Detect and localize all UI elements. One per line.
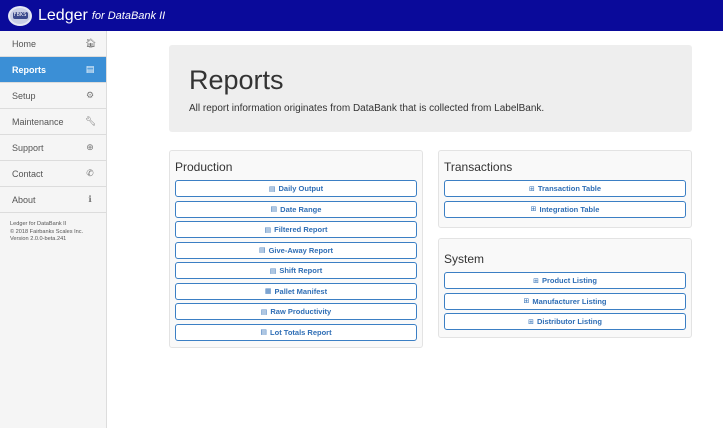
brand-title[interactable]: Ledger [38, 7, 88, 25]
system-panel: System ⊞ Product Listing ⊞ Manufacturer Lis… [438, 238, 692, 338]
sidebar-item-reports[interactable]: Reports ▤ [0, 57, 106, 83]
button-label: Pallet Manifest [274, 286, 328, 296]
table-icon: ▦ [264, 287, 272, 295]
product-listing-button[interactable]: ⊞ Product Listing [444, 272, 686, 289]
table-icon: ⊞ [528, 184, 535, 193]
sidebar-item-contact[interactable]: Contact ✆ [0, 161, 106, 187]
gear-icon: ⚙ [85, 90, 95, 101]
table-icon: ▤ [260, 307, 268, 316]
brand-subtitle: for DataBank II [91, 9, 166, 22]
version-info: Ledger for DataBank II © 2018 Fairbanks … [0, 213, 106, 252]
wrench-icon: 🔧︎ [85, 116, 97, 127]
sidebar-item-label: Reports [12, 64, 47, 75]
button-label: Give-Away Report [268, 245, 334, 255]
raw-productivity-button[interactable]: ▤ Raw Productivity [175, 303, 417, 320]
distributor-listing-button[interactable]: ⊞ Distributor Listing [444, 313, 686, 330]
button-label: Daily Output [278, 184, 324, 193]
button-label: Lot Totals Report [270, 327, 332, 337]
phone-icon: ✆ [86, 168, 94, 179]
lot-totals-report-button[interactable]: ▤ Lot Totals Report [175, 323, 417, 341]
table-icon: ▤ [270, 205, 278, 213]
button-label: Integration Table [539, 204, 600, 214]
sidebar-nav: Home 🏠︎ Reports ▤ Setup ⚙ Maintenance 🔧︎ Support… [0, 31, 106, 213]
sidebar-item-label: Maintenance [12, 116, 64, 127]
sidebar-item-maintenance[interactable]: Maintenance 🔧︎ [0, 109, 106, 135]
page-header: Reports All report information originate… [169, 45, 692, 132]
lifebuoy-icon: ⊕ [86, 142, 94, 153]
production-panel: Production ▤ Daily Output ▤ Date Range ▤ Filt… [169, 150, 423, 348]
page-description: All report information originates from D… [189, 103, 545, 114]
version-number: Version 2.0.0-beta.241 [10, 236, 67, 242]
sidebar-item-home[interactable]: Home 🏠︎ [0, 31, 106, 57]
table-icon: ⊞ [523, 297, 530, 305]
button-label: Manufacturer Listing [532, 296, 607, 306]
button-label: Raw Productivity [270, 307, 332, 316]
table-icon: ⊞ [528, 317, 534, 326]
pallet-manifest-button[interactable]: ▦ Pallet Manifest [175, 282, 417, 300]
transactions-panel: Transactions ⊞ Transaction Table ⊞ Integrat… [438, 150, 692, 228]
sidebar-item-label: Home [12, 38, 37, 49]
sidebar-item-label: Support [12, 142, 44, 153]
top-navbar: FBKS Ledger for DataBank II [0, 0, 723, 31]
system-buttons: ⊞ Product Listing ⊞ Manufacturer Listing ⊞ Di… [444, 272, 686, 330]
transaction-table-button[interactable]: ⊞ Transaction Table [444, 180, 686, 197]
button-label: Date Range [280, 204, 322, 214]
logo-text: FBKS [12, 12, 28, 19]
sidebar-item-label: Setup [12, 90, 36, 101]
transactions-buttons: ⊞ Transaction Table ⊞ Integration Table [444, 180, 686, 218]
shift-report-button[interactable]: ▤ Shift Report [175, 262, 417, 279]
version-app-name: Ledger for DataBank II [10, 221, 67, 227]
table-icon: ▤ [264, 225, 272, 234]
button-label: Filtered Report [274, 225, 328, 234]
system-panel-title: System [444, 252, 485, 266]
date-range-button[interactable]: ▤ Date Range [175, 200, 417, 218]
sidebar-item-label: Contact [12, 168, 44, 179]
table-icon: ▤ [258, 246, 266, 254]
table-icon: ▤ [260, 328, 268, 336]
manufacturer-listing-button[interactable]: ⊞ Manufacturer Listing [444, 292, 686, 310]
button-label: Transaction Table [537, 184, 602, 193]
production-buttons: ▤ Daily Output ▤ Date Range ▤ Filtered Report… [175, 180, 417, 341]
button-label: Shift Report [279, 266, 323, 275]
list-icon: ▤ [85, 64, 95, 75]
button-label: Product Listing [541, 276, 597, 285]
fairbanks-logo-icon[interactable]: FBKS [8, 5, 32, 26]
give-away-report-button[interactable]: ▤ Give-Away Report [175, 241, 417, 259]
integration-table-button[interactable]: ⊞ Integration Table [444, 200, 686, 218]
sidebar: Home 🏠︎ Reports ▤ Setup ⚙ Maintenance 🔧︎ Support… [0, 31, 107, 428]
home-icon: 🏠︎ [85, 38, 97, 49]
sidebar-item-setup[interactable]: Setup ⚙ [0, 83, 106, 109]
info-icon: ℹ [88, 194, 92, 205]
daily-output-button[interactable]: ▤ Daily Output [175, 180, 417, 197]
table-icon: ⊞ [533, 276, 539, 285]
table-icon: ▤ [268, 184, 276, 193]
production-panel-title: Production [175, 160, 233, 174]
page-title: Reports [189, 65, 284, 95]
sidebar-item-about[interactable]: About ℹ [0, 187, 106, 213]
transactions-panel-title: Transactions [444, 160, 513, 174]
sidebar-item-support[interactable]: Support ⊕ [0, 135, 106, 161]
button-label: Distributor Listing [536, 317, 602, 326]
table-icon: ⊞ [530, 205, 537, 213]
version-copyright: © 2018 Fairbanks Scales Inc. [10, 228, 84, 235]
table-icon: ▤ [269, 266, 277, 275]
sidebar-item-label: About [12, 194, 36, 205]
filtered-report-button[interactable]: ▤ Filtered Report [175, 221, 417, 238]
